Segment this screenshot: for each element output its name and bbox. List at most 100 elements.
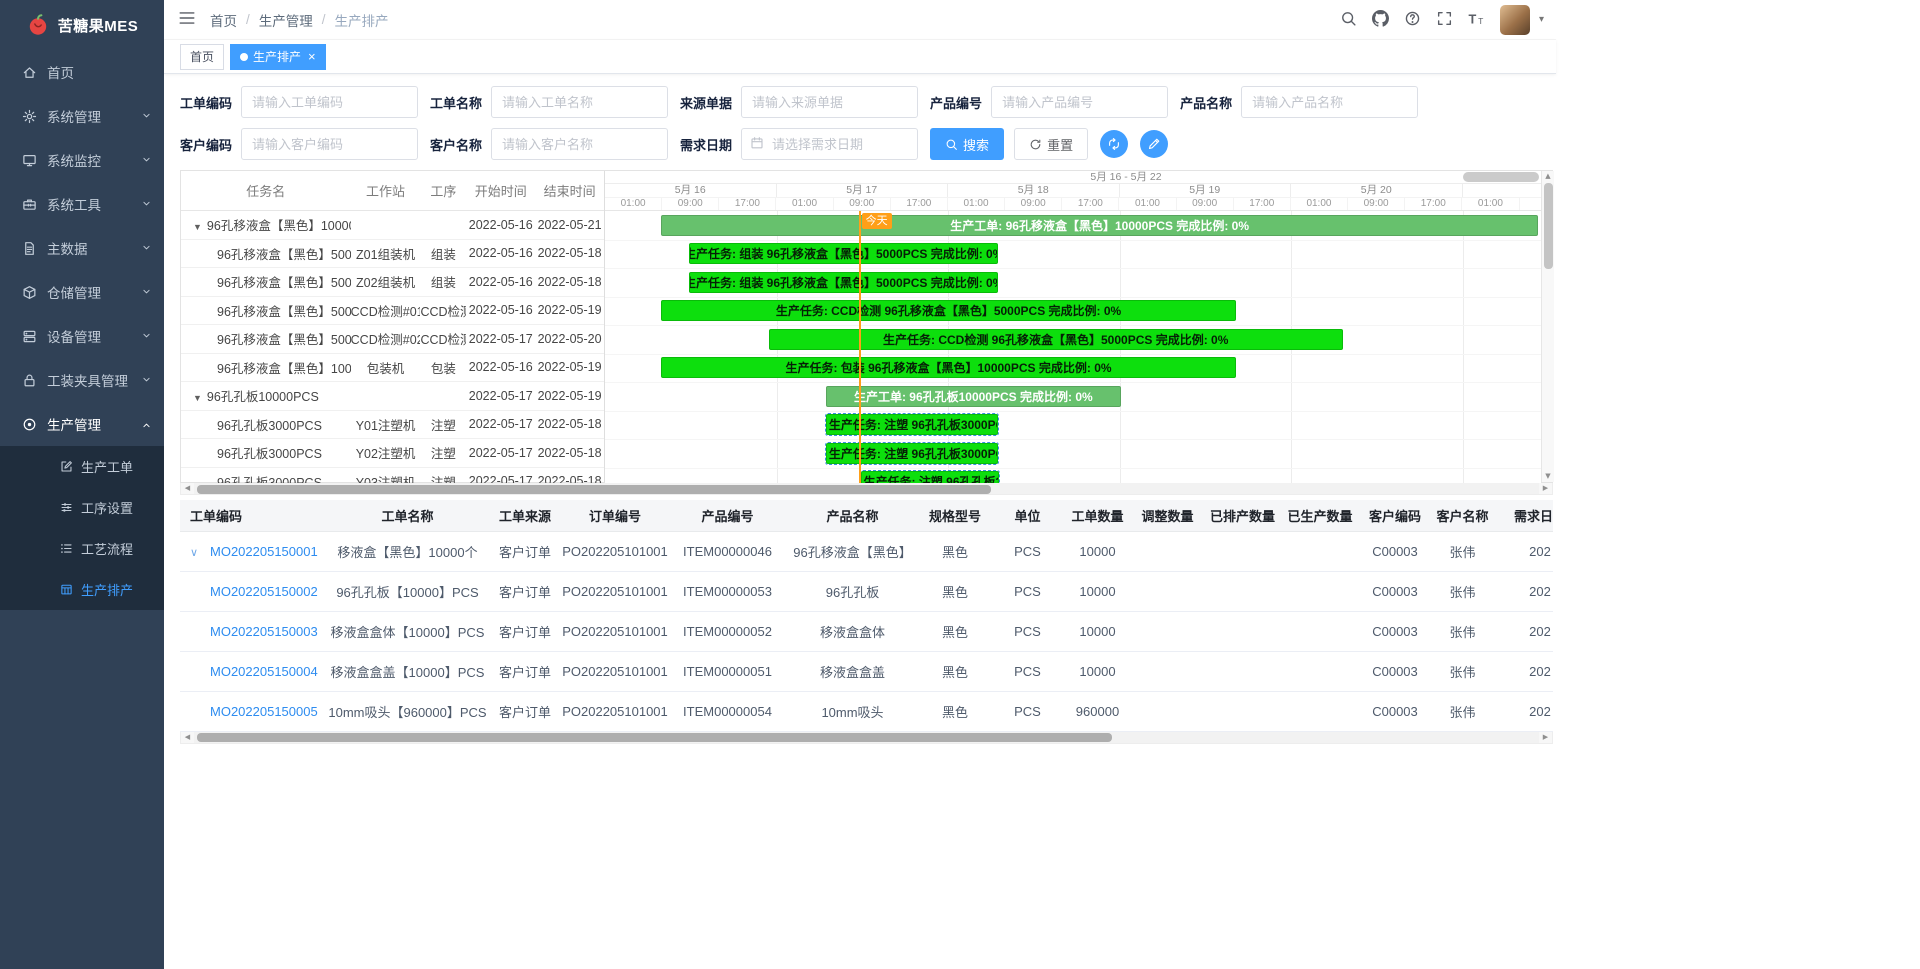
sidebar-item-home[interactable]: 首页	[0, 50, 164, 94]
tree-expand-icon[interactable]: ▼	[193, 222, 202, 232]
product-code-input[interactable]	[991, 86, 1168, 118]
gantt-day-gridline	[1463, 211, 1464, 483]
source-doc-input[interactable]	[741, 86, 918, 118]
workorder-link[interactable]: MO202205150005	[210, 704, 318, 719]
gantt-task-row[interactable]: ▼96孔孔板10000PCS2022-05-172022-05-19	[181, 382, 604, 411]
orders-horizontal-scrollbar[interactable]: ◀ ▶	[180, 732, 1553, 744]
gantt-task-row[interactable]: 96孔孔板3000PCSY01注塑机注塑2022-05-172022-05-18	[181, 411, 604, 440]
gantt-task-row[interactable]: 96孔移液盒【黑色】10000PCS包装机包装2022-05-162022-05…	[181, 354, 604, 383]
caret-down-icon[interactable]: ▾	[1539, 14, 1544, 25]
gantt-task-row[interactable]: 96孔孔板3000PCSY02注塑机注塑2022-05-172022-05-18	[181, 439, 604, 468]
gantt-bar[interactable]: 生产任务: 注塑 96孔孔板3000PCS 完成比例: 0%	[826, 443, 998, 464]
gantt-bar[interactable]: 生产任务: 组装 96孔移液盒【黑色】5000PCS 完成比例: 0%	[689, 272, 998, 293]
scrollbar-track[interactable]	[194, 483, 1539, 494]
row-expand-icon[interactable]: ∨	[190, 546, 210, 559]
workorder-code-input[interactable]	[241, 86, 418, 118]
scroll-down-icon[interactable]: ▼	[1545, 473, 1550, 480]
search-icon[interactable]	[1340, 10, 1357, 30]
scroll-right-icon[interactable]: ▶	[1539, 734, 1552, 741]
scroll-right-icon[interactable]: ▶	[1539, 485, 1552, 492]
gantt-header-scrollbar-thumb[interactable]	[1463, 172, 1539, 182]
gantt-bar[interactable]: 生产任务: CCD检测 96孔移液盒【黑色】5000PCS 完成比例: 0%	[769, 329, 1343, 350]
close-icon[interactable]: ×	[308, 50, 316, 63]
order-cell: 客户订单	[490, 571, 560, 611]
sidebar-item-master-data[interactable]: 主数据	[0, 226, 164, 270]
gantt-bar[interactable]: 生产工单: 96孔孔板10000PCS 完成比例: 0%	[826, 386, 1121, 407]
user-avatar[interactable]	[1500, 5, 1530, 35]
gantt-bar[interactable]: 生产任务: 注塑 96孔孔板3000PCS 完成比例: 0%	[826, 414, 998, 435]
gantt-task-row[interactable]: ▼96孔移液盒【黑色】10000PCS2022-05-162022-05-21	[181, 211, 604, 240]
sidebar-item-production-scheduling[interactable]: 生产排产	[0, 569, 164, 610]
customer-name-input[interactable]	[491, 128, 668, 160]
sidebar-item-label: 工艺流程	[81, 539, 133, 558]
search-button[interactable]: 搜索	[930, 128, 1004, 160]
sidebar-item-equipment-management[interactable]: 设备管理	[0, 314, 164, 358]
breadcrumb-item[interactable]: 生产管理	[259, 10, 313, 30]
workorder-link[interactable]: MO202205150004	[210, 664, 318, 679]
sidebar-item-system-monitor[interactable]: 系统监控	[0, 138, 164, 182]
github-icon[interactable]	[1372, 10, 1389, 30]
gantt-range-row: 5月 16 - 5月 22	[605, 171, 1541, 184]
scrollbar-thumb[interactable]	[197, 485, 991, 494]
gantt-horizontal-scrollbar[interactable]: ◀ ▶	[180, 483, 1553, 495]
scrollbar-thumb[interactable]	[1544, 183, 1553, 269]
gantt-bar[interactable]: 生产任务: 注塑 96孔孔板3000PCS 完成比例: 0%	[861, 471, 1000, 483]
sidebar-item-warehouse-management[interactable]: 仓储管理	[0, 270, 164, 314]
reset-button[interactable]: 重置	[1014, 128, 1088, 160]
scroll-left-icon[interactable]: ◀	[181, 485, 194, 492]
help-icon[interactable]	[1404, 10, 1421, 30]
gantt-task-row[interactable]: 96孔移液盒【黑色】5000PCSCCD检测#02CCD检测2022-05-17…	[181, 325, 604, 354]
order-row[interactable]: MO202205150004移液盒盒盖【10000】PCS客户订单PO20220…	[180, 651, 1553, 691]
workorder-link[interactable]: MO202205150003	[210, 624, 318, 639]
product-name-input[interactable]	[1241, 86, 1418, 118]
scroll-up-icon[interactable]: ▲	[1545, 173, 1550, 180]
workorder-link[interactable]: MO202205150001	[210, 544, 318, 559]
order-row[interactable]: MO20220515000296孔孔板【10000】PCS客户订单PO20220…	[180, 571, 1553, 611]
sidebar-item-production-management[interactable]: 生产管理	[0, 402, 164, 446]
gantt-grid-column-header: 开始时间	[466, 181, 535, 200]
workorder-name-input[interactable]	[491, 86, 668, 118]
sidebar-item-production-workorder[interactable]: 生产工单	[0, 446, 164, 487]
sidebar-item-process-settings[interactable]: 工序设置	[0, 487, 164, 528]
order-row[interactable]: ∨MO202205150001移液盒【黑色】10000个客户订单PO202205…	[180, 531, 1553, 571]
hamburger-icon[interactable]	[164, 9, 210, 30]
chevron-down-icon	[141, 373, 152, 388]
refresh-circle-button[interactable]	[1100, 130, 1128, 158]
gantt-task-row[interactable]: 96孔移液盒【黑色】5000PCSZ02组装机组装2022-05-162022-…	[181, 268, 604, 297]
gantt-row-gridline	[605, 468, 1541, 469]
target-icon	[22, 417, 37, 432]
scrollbar-track[interactable]	[194, 732, 1539, 743]
gantt-task-row[interactable]: 96孔孔板3000PCSY03注塑机注塑2022-05-172022-05-18	[181, 468, 604, 484]
gantt-task-row[interactable]: 96孔移液盒【黑色】5000PCSCCD检测#01CCD检测2022-05-16…	[181, 297, 604, 326]
order-cell: PO202205101001	[560, 571, 670, 611]
gantt-bar[interactable]: 生产任务: 组装 96孔移液盒【黑色】5000PCS 完成比例: 0%	[689, 243, 998, 264]
breadcrumb-item[interactable]: 首页	[210, 10, 237, 30]
tree-expand-icon[interactable]: ▼	[193, 393, 202, 403]
scrollbar-thumb[interactable]	[197, 733, 1112, 742]
sidebar-item-system-tools[interactable]: 系统工具	[0, 182, 164, 226]
sidebar-item-system-management[interactable]: 系统管理	[0, 94, 164, 138]
sidebar-menu: 首页系统管理系统监控系统工具主数据仓储管理设备管理工装夹具管理生产管理生产工单工…	[0, 50, 164, 610]
order-row[interactable]: MO202205150003移液盒盒体【10000】PCS客户订单PO20220…	[180, 611, 1553, 651]
gantt-bar[interactable]: 生产任务: CCD检测 96孔移液盒【黑色】5000PCS 完成比例: 0%	[661, 300, 1236, 321]
order-cell	[1280, 531, 1360, 571]
order-row[interactable]: MO20220515000510mm吸头【960000】PCS客户订单PO202…	[180, 691, 1553, 731]
gantt-bar[interactable]: 生产工单: 96孔移液盒【黑色】10000PCS 完成比例: 0%	[661, 215, 1538, 236]
gantt-task-row[interactable]: 96孔移液盒【黑色】5000PCSZ01组装机组装2022-05-162022-…	[181, 240, 604, 269]
edit-circle-button[interactable]	[1140, 130, 1168, 158]
demand-date-input[interactable]	[741, 128, 918, 160]
app-logo[interactable]: 苦糖果MES	[0, 0, 164, 50]
tab-生产排产[interactable]: 生产排产×	[230, 44, 326, 70]
fullscreen-icon[interactable]	[1436, 10, 1453, 30]
scroll-left-icon[interactable]: ◀	[181, 734, 194, 741]
gantt-bar[interactable]: 生产任务: 包装 96孔移液盒【黑色】10000PCS 完成比例: 0%	[661, 357, 1236, 378]
workorder-link[interactable]: MO202205150002	[210, 584, 318, 599]
font-size-icon[interactable]: TT	[1468, 10, 1485, 30]
gantt-workstation: Y02注塑机	[351, 443, 421, 462]
gantt-vertical-scrollbar[interactable]: ▲ ▼	[1541, 171, 1554, 482]
customer-code-input[interactable]	[241, 128, 418, 160]
sidebar-item-fixture-management[interactable]: 工装夹具管理	[0, 358, 164, 402]
tab-首页[interactable]: 首页	[180, 44, 224, 70]
gantt-bar-label: 生产工单: 96孔移液盒【黑色】10000PCS 完成比例: 0%	[950, 217, 1249, 234]
sidebar-item-process-flow[interactable]: 工艺流程	[0, 528, 164, 569]
